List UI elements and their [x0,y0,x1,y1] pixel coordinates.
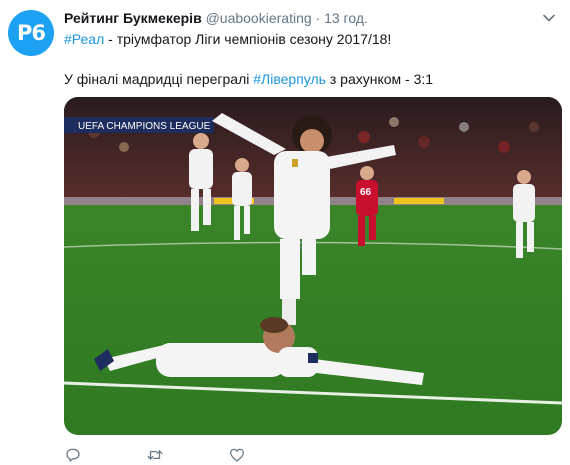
retweet-icon [147,450,163,460]
tweet-line-1-text: - тріумфатор Ліги чемпіонів сезону 2017/… [104,31,392,47]
retweet-button[interactable] [146,446,228,464]
separator-dot: · [315,10,321,26]
like-icon [229,448,245,462]
photo-illustration: UEFA CHAMPIONS LEAGUE 66 12 [64,97,562,435]
hashtag-liverpool[interactable]: #Ліверпуль [253,71,326,87]
tweet-photo[interactable]: UEFA CHAMPIONS LEAGUE 66 12 [64,97,562,435]
tweet-line-2-text-before: У фіналі мадридці перегралі [64,71,254,87]
display-name[interactable]: Рейтинг Букмекерів [64,10,202,26]
reply-icon [66,448,80,462]
tweet-line-1: #Реал - тріумфатор Ліги чемпіонів сезону… [64,29,558,49]
user-handle[interactable]: @uabookierating [206,10,312,26]
avatar[interactable]: P6 [8,10,54,56]
banner-text: UEFA CHAMPIONS LEAGUE [78,121,211,132]
tweet-card: P6 Рейтинг Букмекерів @uabookierating · … [0,0,570,465]
tweet-text: #Реал - тріумфатор Ліги чемпіонів сезону… [64,29,558,89]
like-button[interactable] [228,446,310,464]
hashtag-real[interactable]: #Реал [64,31,104,47]
tweet-actions [64,446,310,464]
reply-button[interactable] [64,446,146,464]
avatar-text: P6 [16,21,46,45]
player-number-66: 66 [360,187,372,198]
timestamp[interactable]: 13 год. [324,10,368,26]
tweet-line-2-text-after: з рахунком - 3:1 [325,71,434,87]
tweet-line-2: У фіналі мадридці перегралі #Ліверпуль з… [64,69,558,89]
chevron-down-icon[interactable] [542,11,556,25]
tweet-header: Рейтинг Букмекерів @uabookierating · 13 … [64,9,530,27]
